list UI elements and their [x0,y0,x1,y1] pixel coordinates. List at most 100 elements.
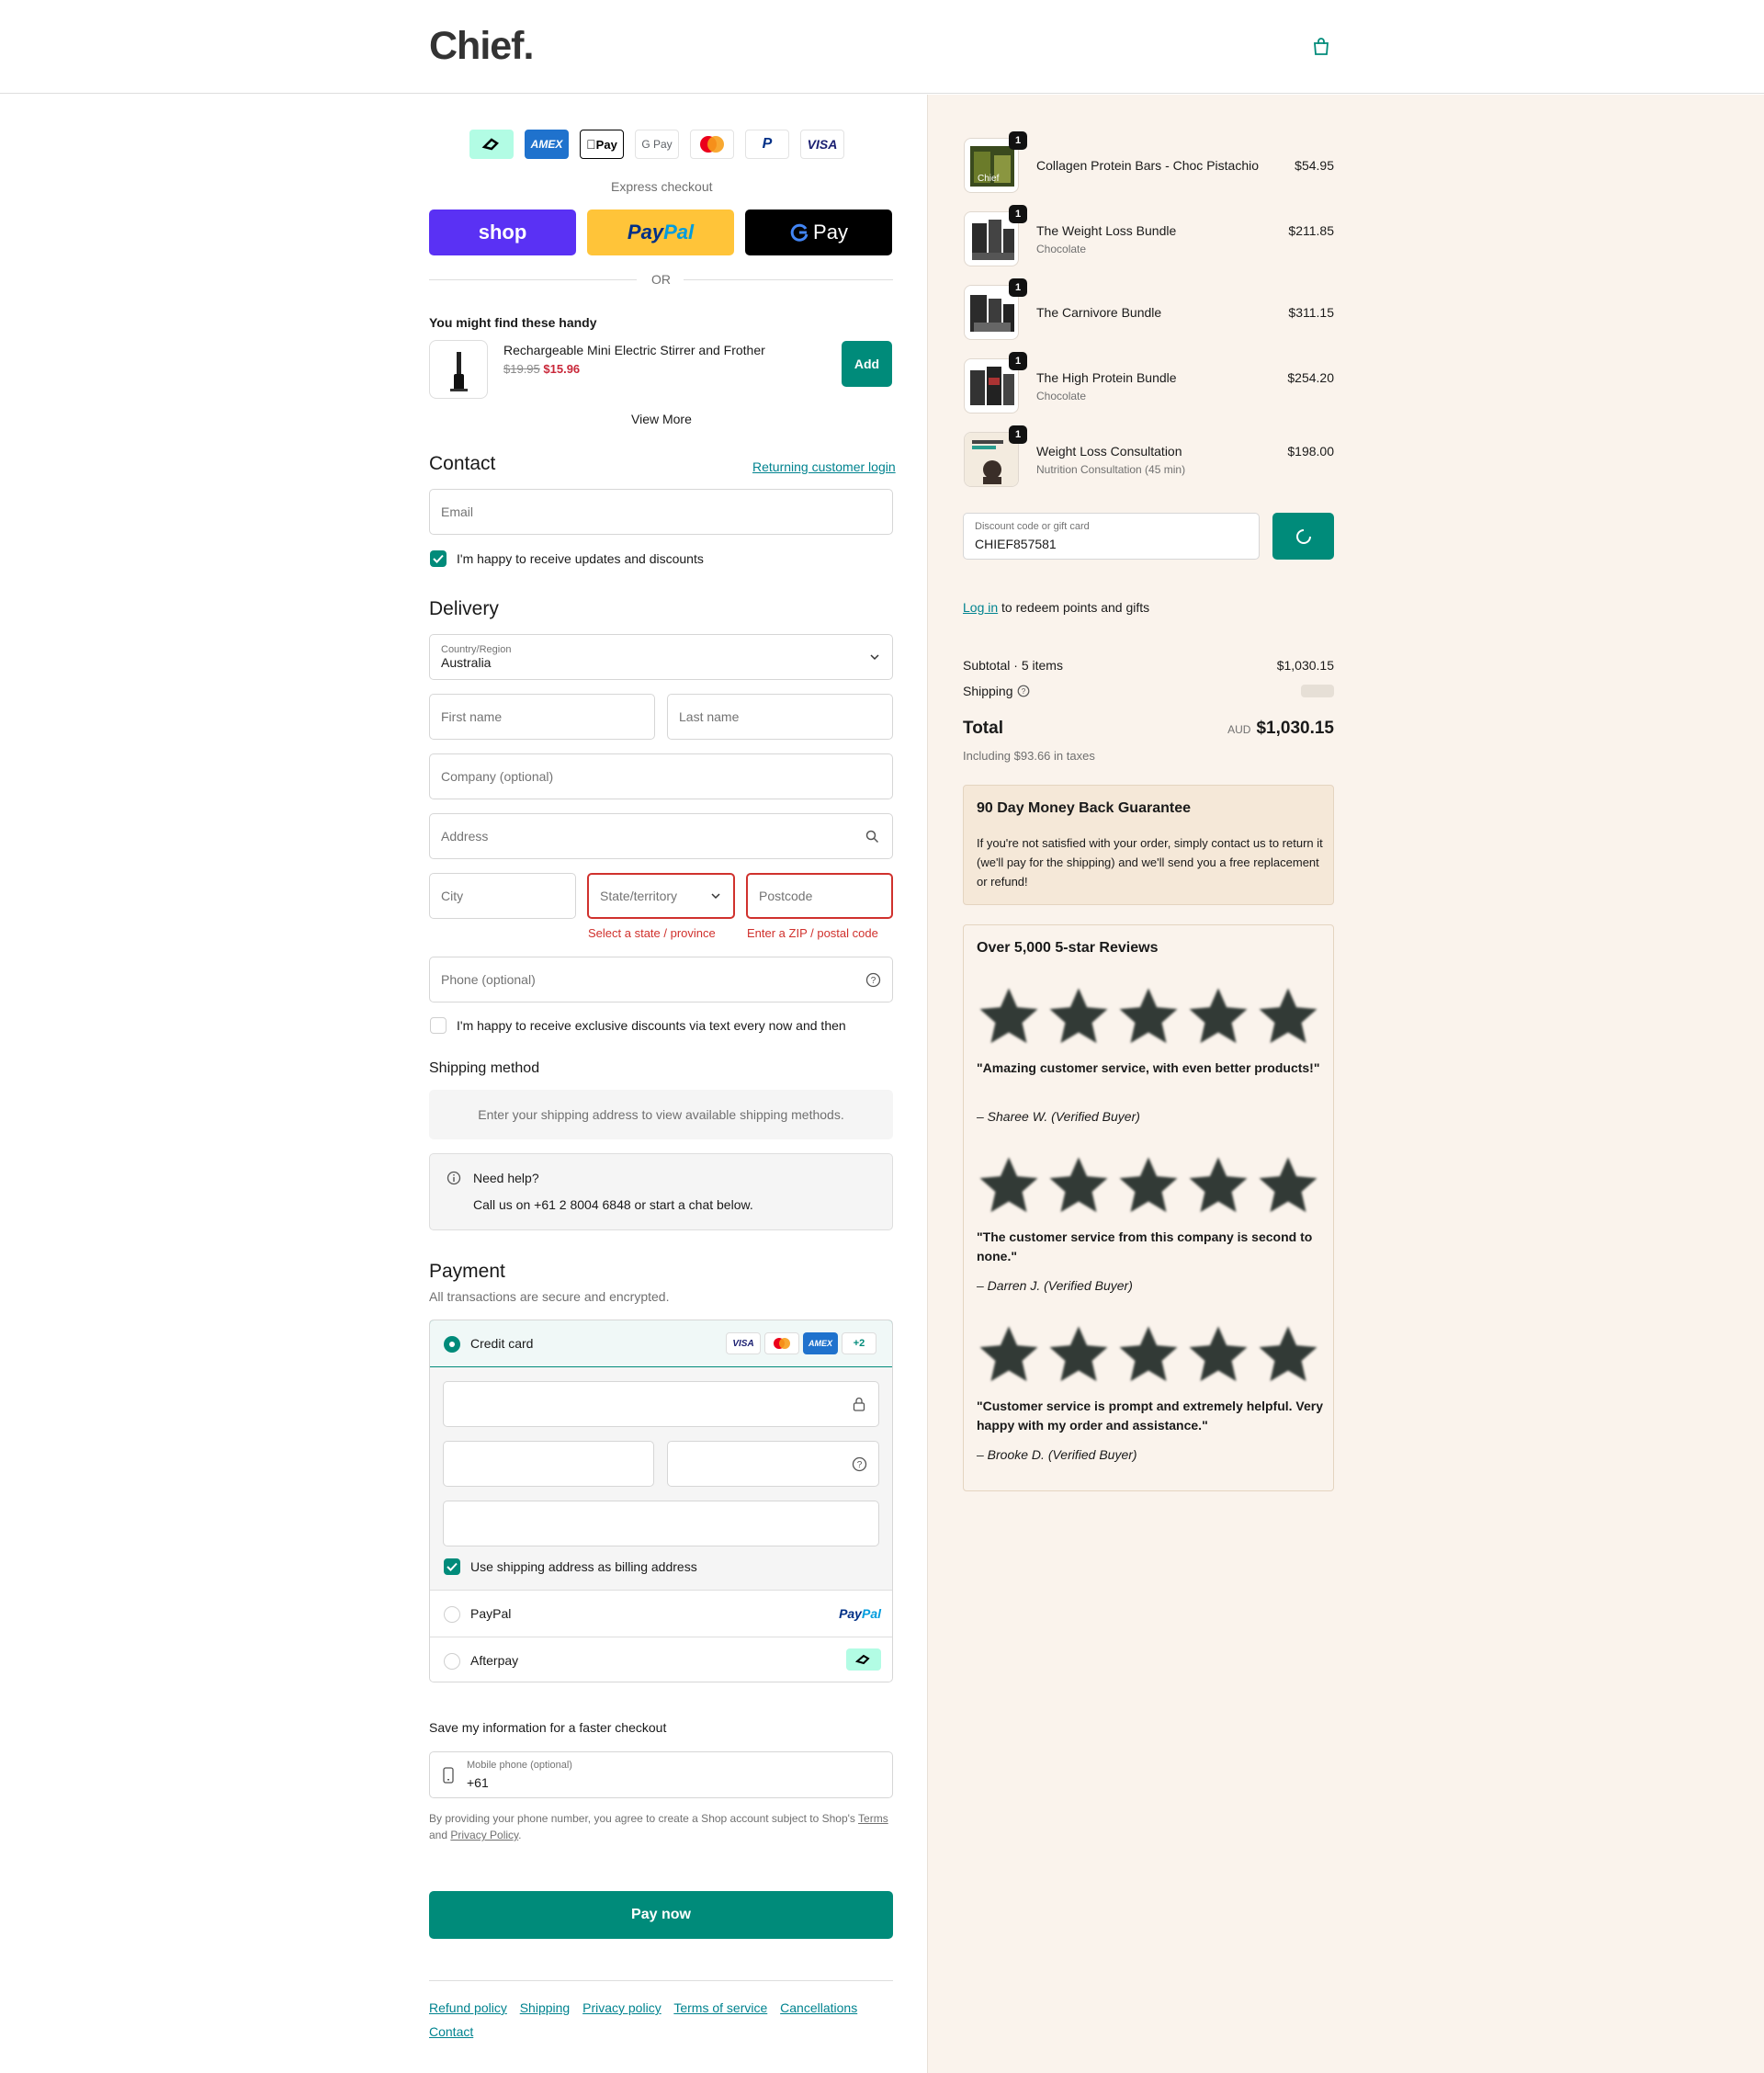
privacy-policy-footer-link[interactable]: Privacy policy [582,2000,662,2015]
view-more-button[interactable]: View More [631,412,692,426]
sms-label: I'm happy to receive exclusive discounts… [457,1018,846,1033]
terms-of-service-link[interactable]: Terms of service [673,2000,767,2015]
shipping-link[interactable]: Shipping [520,2000,571,2015]
log-in-link[interactable]: Log in [963,600,998,615]
afterpay-label: Afterpay [470,1653,519,1668]
delivery-heading: Delivery [429,598,499,619]
review-quote: "The customer service from this company … [977,1229,1313,1263]
help-circle-icon[interactable]: ? [865,972,881,988]
country-select[interactable]: Country/Region Australia [429,634,893,680]
footer-links: Refund policy Shipping Privacy policy Te… [429,1996,893,2044]
loading-spinner-icon [1295,528,1311,544]
star-icon [1259,1326,1317,1382]
item-variant: Chocolate [1036,243,1087,255]
shipping-row-label: Shipping ? [963,684,1030,698]
discount-code-field[interactable]: Discount code or gift card CHIEF857581 [963,513,1260,560]
help-circle-icon[interactable]: ? [1017,685,1030,697]
star-icon [1189,1157,1248,1213]
svg-text:?: ? [857,1460,863,1470]
chevron-down-icon [870,654,879,661]
privacy-policy-link[interactable]: Privacy Policy [450,1829,518,1841]
paypal-logo-icon: PayPal [839,1606,881,1621]
postcode-error: Enter a ZIP / postal code [747,926,878,940]
card-expiry-field[interactable] [443,1441,654,1487]
address-field[interactable]: Address [429,813,893,859]
item-variant: Chocolate [1036,390,1087,402]
amex-logo-icon: AMEX [525,130,569,159]
pay-now-button[interactable]: Pay now [429,1891,893,1939]
subtotal-label: Subtotal · 5 items [963,658,1063,673]
upsell-product-name: Rechargeable Mini Electric Stirrer and F… [503,343,765,357]
guarantee-text: If you're not satisfied with your order,… [977,836,1323,889]
item-price: $54.95 [1295,158,1334,173]
star-icon [979,1157,1038,1213]
payment-logos: AMEX Pay G Pay P VISA [469,130,844,159]
shipping-notice: Enter your shipping address to view avai… [429,1090,893,1139]
phone-field[interactable]: Phone (optional) ? [429,957,893,1003]
review-author: – Brooke D. (Verified Buyer) [977,1447,1137,1462]
refund-policy-link[interactable]: Refund policy [429,2000,507,2015]
credit-card-radio[interactable] [444,1336,460,1353]
payment-methods: Credit card VISA AMEX +2 ? Use shipping … [429,1320,893,1682]
state-select[interactable]: State/territory [587,873,735,919]
quantity-badge: 1 [1009,425,1027,444]
card-number-field[interactable] [443,1381,879,1427]
star-icon [1119,988,1178,1044]
star-icon [979,1326,1038,1382]
card-cvv-field[interactable]: ? [667,1441,879,1487]
item-price: $211.85 [1288,223,1334,238]
mastercard-card-icon [764,1332,799,1354]
afterpay-radio[interactable] [444,1653,460,1670]
updates-checkbox[interactable] [430,550,447,567]
postcode-field[interactable]: Postcode [746,873,893,919]
reviews-title: Over 5,000 5-star Reviews [977,940,1159,956]
save-info-heading: Save my information for a faster checkou… [429,1720,667,1735]
contact-link[interactable]: Contact [429,2024,473,2039]
afterpay-logo-icon [469,130,514,159]
shop-pay-button[interactable]: shop [429,210,576,255]
paypal-option[interactable]: PayPal PayPal [430,1590,892,1637]
city-field[interactable]: City [429,873,576,919]
gpay-logo-icon: G Pay [635,130,679,159]
help-text: Call us on +61 2 8004 6848 or start a ch… [473,1197,753,1212]
shop-legal-text: By providing your phone number, you agre… [429,1812,888,1841]
reviews-box: Over 5,000 5-star Reviews "Amazing custo… [963,924,1334,1491]
apply-discount-button[interactable] [1272,513,1334,560]
returning-customer-login-link[interactable]: Returning customer login [752,459,896,474]
card-name-field[interactable] [443,1501,879,1546]
afterpay-option[interactable]: Afterpay [430,1637,892,1682]
google-pay-button[interactable]: Pay [745,210,892,255]
mobile-phone-field[interactable]: Mobile phone (optional) +61 [429,1751,893,1798]
quantity-badge: 1 [1009,278,1027,297]
payment-heading: Payment [429,1261,505,1282]
taxes-note: Including $93.66 in taxes [963,749,1095,763]
email-field[interactable]: Email [429,489,893,535]
first-name-field[interactable]: First name [429,694,655,740]
review-stars [977,1322,1320,1387]
last-name-field[interactable]: Last name [667,694,893,740]
quantity-badge: 1 [1009,352,1027,370]
search-icon [865,830,879,844]
paypal-button[interactable]: Pay Pal [587,210,734,255]
info-icon [447,1171,461,1185]
review-author: – Darren J. (Verified Buyer) [977,1278,1133,1293]
paypal-logo-icon: P [745,130,789,159]
terms-link[interactable]: Terms [858,1812,888,1825]
company-field[interactable]: Company (optional) [429,753,893,799]
help-circle-icon[interactable]: ? [852,1456,867,1472]
express-checkout-label: Express checkout [611,179,713,194]
credit-card-option[interactable]: Credit card VISA AMEX +2 [430,1320,892,1367]
logo[interactable]: Chief. [429,24,534,69]
quantity-badge: 1 [1009,131,1027,150]
shopping-bag-icon[interactable] [1313,38,1329,56]
upsell-add-button[interactable]: Add [842,341,892,387]
item-name: The Carnivore Bundle [1036,305,1162,320]
credit-card-label: Credit card [470,1336,534,1351]
sms-checkbox[interactable] [430,1017,447,1034]
cancellations-link[interactable]: Cancellations [780,2000,857,2015]
review-stars [977,984,1320,1048]
header: Chief. [0,0,1764,94]
billing-address-checkbox[interactable] [444,1558,460,1575]
paypal-radio[interactable] [444,1606,460,1623]
state-error: Select a state / province [588,926,716,940]
